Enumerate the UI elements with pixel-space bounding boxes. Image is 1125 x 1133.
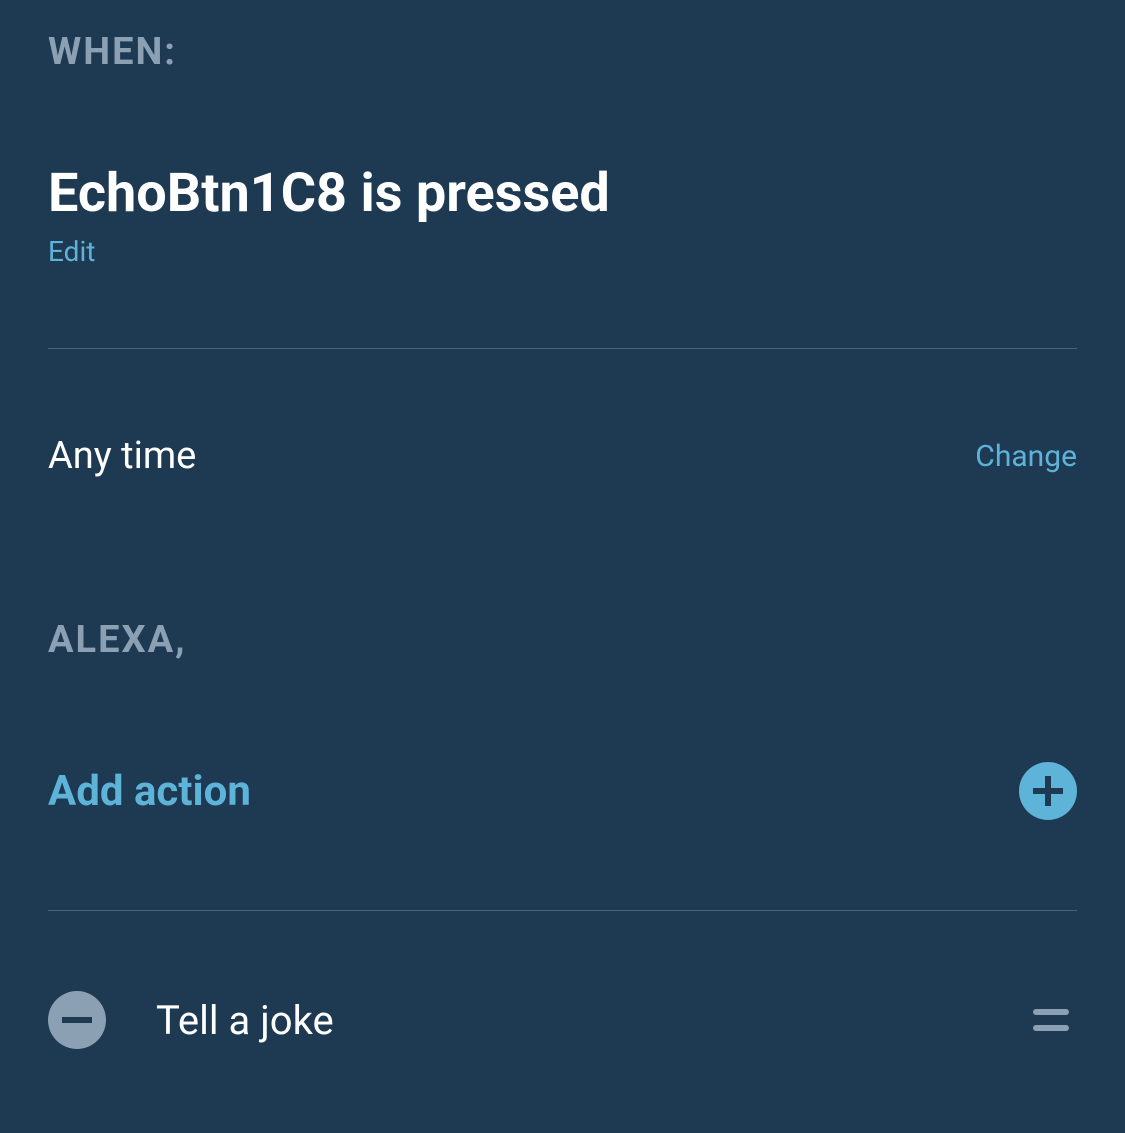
- alexa-header: ALEXA,: [48, 618, 1077, 662]
- time-label: Any time: [48, 434, 196, 478]
- plus-icon: [1019, 762, 1077, 820]
- time-row: Any time Change: [48, 349, 1077, 568]
- trigger-title: EchoBtn1C8 is pressed: [48, 164, 1077, 223]
- add-action-label: Add action: [48, 767, 251, 816]
- drag-handle-icon[interactable]: [1033, 1009, 1077, 1031]
- add-action-button[interactable]: Add action: [48, 762, 1077, 910]
- change-time-link[interactable]: Change: [975, 439, 1077, 474]
- when-section: WHEN: EchoBtn1C8 is pressed Edit: [48, 30, 1077, 268]
- when-header: WHEN:: [48, 30, 1077, 74]
- action-label: Tell a joke: [156, 997, 983, 1044]
- remove-action-icon[interactable]: [48, 991, 106, 1049]
- edit-trigger-link[interactable]: Edit: [48, 235, 95, 268]
- action-item: Tell a joke: [48, 911, 1077, 1049]
